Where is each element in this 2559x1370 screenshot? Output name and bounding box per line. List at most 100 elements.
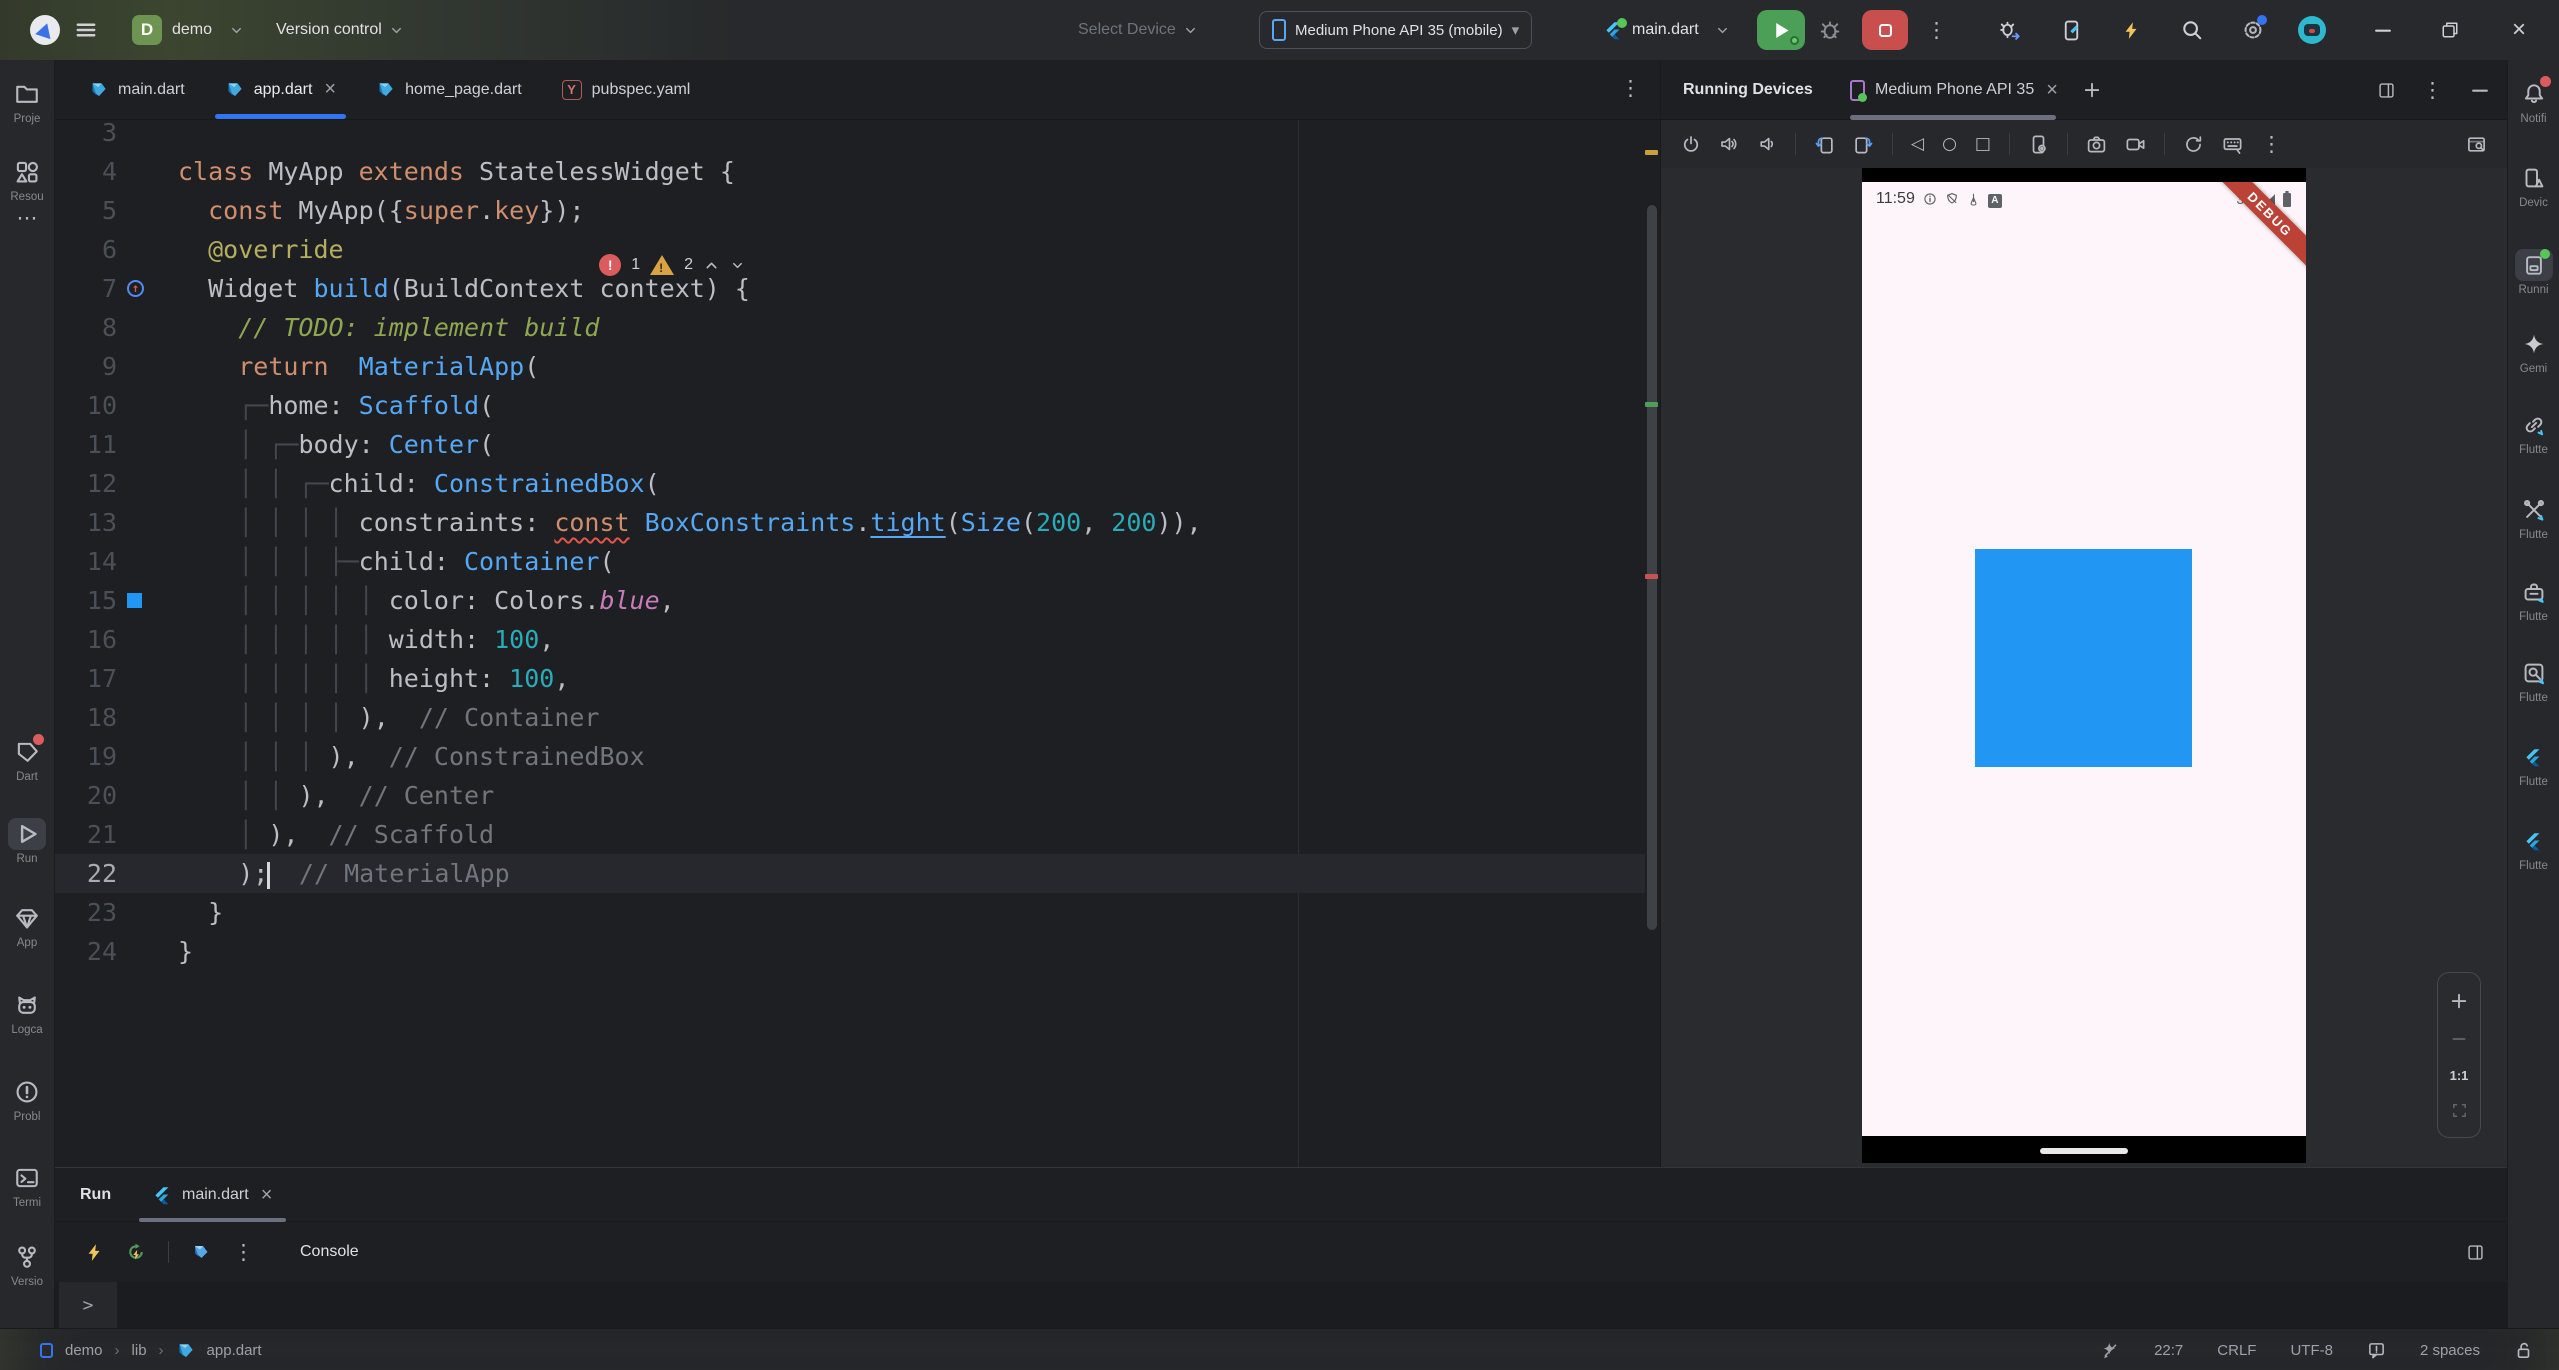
- breadcrumb[interactable]: demo › lib › app.dart: [40, 1329, 262, 1370]
- code-line-6[interactable]: 6 @override: [55, 230, 1645, 269]
- code-line-5[interactable]: 5 const MyApp({super.key});: [55, 191, 1645, 230]
- home-button[interactable]: ○: [1942, 136, 1957, 153]
- tab-options-button[interactable]: ⋮: [1620, 78, 1641, 99]
- window-restore-button[interactable]: [2440, 0, 2460, 60]
- code-line-11[interactable]: 11 │ ┌─body: Center(: [55, 425, 1645, 464]
- code-line-13[interactable]: 13 │ │ │ │ constraints: const BoxConstra…: [55, 503, 1645, 542]
- tab-home_page.dart[interactable]: home_page.dart: [356, 60, 542, 119]
- search-icon[interactable]: [2181, 0, 2203, 60]
- device-settings-button[interactable]: [2028, 134, 2049, 155]
- tool-strip-item-Devic[interactable]: Devic: [2508, 162, 2559, 209]
- attach-debugger-icon[interactable]: [1998, 0, 2021, 60]
- run-button[interactable]: [1757, 10, 1805, 50]
- code-line-21[interactable]: 21 │ ), // Scaffold: [55, 815, 1645, 854]
- window-minimize-button[interactable]: [2372, 0, 2394, 60]
- run-config-dropdown[interactable]: main.dart: [1604, 0, 1730, 60]
- new-tab-button[interactable]: [2082, 80, 2102, 100]
- emulator-screen[interactable]: 11:59 A 3G DEBUG: [1862, 182, 2306, 1136]
- tool-strip-item-Flutte[interactable]: Flutte: [2508, 741, 2559, 788]
- tool-strip-item-Resou[interactable]: Resou: [0, 156, 54, 203]
- code-line-15[interactable]: 15 │ │ │ │ │ color: Colors.blue,: [55, 581, 1645, 620]
- nav-handle[interactable]: [2040, 1148, 2128, 1154]
- tool-strip-item-Flutte[interactable]: Flutte: [2508, 576, 2559, 623]
- code-line-19[interactable]: 19 │ │ │ ), // ConstrainedBox: [55, 737, 1645, 776]
- main-menu-button[interactable]: [74, 0, 98, 60]
- code-editor[interactable]: 34class MyApp extends StatelessWidget {5…: [55, 120, 1660, 1167]
- code-line-14[interactable]: 14 │ │ │ ├─child: Container(: [55, 542, 1645, 581]
- zoom-out-button[interactable]: [2450, 1030, 2468, 1048]
- tool-strip-item-App[interactable]: App: [0, 902, 54, 949]
- fit-screen-button[interactable]: [2451, 1102, 2468, 1119]
- settings-gear-icon[interactable]: [2242, 0, 2264, 60]
- zoom-in-button[interactable]: [2449, 991, 2469, 1011]
- code-line-16[interactable]: 16 │ │ │ │ │ width: 100,: [55, 620, 1645, 659]
- tool-strip-item-Run[interactable]: Run: [0, 818, 54, 865]
- code-line-4[interactable]: 4class MyApp extends StatelessWidget {: [55, 152, 1645, 191]
- more-options-button[interactable]: ⋮: [233, 1242, 254, 1263]
- code-line-18[interactable]: 18 │ │ │ │ ), // Container: [55, 698, 1645, 737]
- tool-strip-item-Versio[interactable]: Versio: [0, 1241, 54, 1288]
- tool-strip-item-Flutte[interactable]: Flutte: [2508, 409, 2559, 456]
- tool-strip-item-Flutte[interactable]: Flutte: [2508, 825, 2559, 872]
- prev-problem-button[interactable]: [703, 257, 720, 274]
- select-device-dropdown[interactable]: Select Device: [1078, 0, 1198, 60]
- inspect-button[interactable]: [2466, 134, 2487, 155]
- hot-reload-button[interactable]: [85, 1243, 104, 1262]
- code-line-10[interactable]: 10 ┌─home: Scaffold(: [55, 386, 1645, 425]
- info-mark[interactable]: [1645, 402, 1658, 407]
- unlock-icon[interactable]: [2514, 1341, 2533, 1360]
- close-icon[interactable]: ×: [261, 1184, 273, 1207]
- more-run-actions-button[interactable]: ⋮: [1926, 0, 1947, 60]
- hot-restart-button[interactable]: [126, 1242, 146, 1262]
- layout-settings-icon[interactable]: [2466, 1243, 2485, 1262]
- hide-panel-button[interactable]: [2469, 79, 2491, 101]
- record-button[interactable]: [2125, 134, 2146, 155]
- caret-position[interactable]: 22:7: [2154, 1342, 2183, 1359]
- line-ending[interactable]: CRLF: [2217, 1342, 2256, 1359]
- editor-scrollbar[interactable]: [1644, 120, 1660, 1167]
- tool-strip-item-more-h[interactable]: ⋯: [0, 202, 54, 237]
- code-line-22[interactable]: 22 ); // MaterialApp: [55, 854, 1645, 893]
- volume-down-button[interactable]: [1757, 134, 1777, 154]
- error-mark[interactable]: [1645, 574, 1658, 579]
- more-v-button[interactable]: ⋮: [2261, 134, 2282, 155]
- code-line-17[interactable]: 17 │ │ │ │ │ height: 100,: [55, 659, 1645, 698]
- bolt-icon[interactable]: [2122, 0, 2141, 60]
- scrollbar-thumb[interactable]: [1647, 205, 1657, 930]
- back-button[interactable]: ◁: [1911, 136, 1924, 153]
- tool-strip-item-Notifi[interactable]: Notifi: [2508, 78, 2559, 125]
- debug-button[interactable]: [1818, 0, 1842, 60]
- power-button[interactable]: [1681, 134, 1701, 154]
- close-icon[interactable]: ×: [2046, 79, 2058, 102]
- color-swatch[interactable]: [127, 593, 142, 608]
- project-widget[interactable]: D demo: [132, 0, 244, 60]
- code-line-24[interactable]: 24}: [55, 932, 1645, 971]
- volume-up-button[interactable]: [1719, 134, 1739, 154]
- code-line-3[interactable]: 3: [55, 120, 1645, 152]
- tool-strip-item-Dart[interactable]: Dart: [0, 736, 54, 783]
- code-line-8[interactable]: 8 // TODO: implement build: [55, 308, 1645, 347]
- dart-devtools-button[interactable]: [191, 1242, 211, 1262]
- file-encoding[interactable]: UTF-8: [2290, 1342, 2333, 1359]
- indent-size[interactable]: 2 spaces: [2420, 1342, 2480, 1359]
- maximize-panel-icon[interactable]: [2377, 81, 2396, 100]
- tool-strip-item-Gemi[interactable]: Gemi: [2508, 328, 2559, 375]
- code-line-23[interactable]: 23 }: [55, 893, 1645, 932]
- tab-pubspec.yaml[interactable]: Ypubspec.yaml: [542, 60, 711, 119]
- avatar[interactable]: [2298, 0, 2326, 60]
- device-combo[interactable]: Medium Phone API 35 (mobile) ▾: [1259, 11, 1532, 49]
- notification-balloon-icon[interactable]: [2367, 1341, 2386, 1360]
- panel-options-button[interactable]: ⋮: [2422, 80, 2443, 101]
- code-line-9[interactable]: 9 return MaterialApp(: [55, 347, 1645, 386]
- device-mirror-icon[interactable]: [2060, 0, 2083, 60]
- soft-keyboard-button[interactable]: [2222, 134, 2243, 155]
- console-prompt[interactable]: >: [59, 1282, 117, 1329]
- tool-strip-item-Probl[interactable]: Probl: [0, 1076, 54, 1123]
- console-tab[interactable]: Console: [300, 1243, 359, 1261]
- close-icon[interactable]: ×: [324, 78, 336, 101]
- tab-main.dart[interactable]: main.dart: [69, 60, 205, 119]
- overview-button[interactable]: □: [1975, 136, 1991, 153]
- window-close-button[interactable]: ×: [2512, 0, 2526, 60]
- tool-strip-item-Flutte[interactable]: Flutte: [2508, 657, 2559, 704]
- restart-button[interactable]: [2183, 134, 2204, 155]
